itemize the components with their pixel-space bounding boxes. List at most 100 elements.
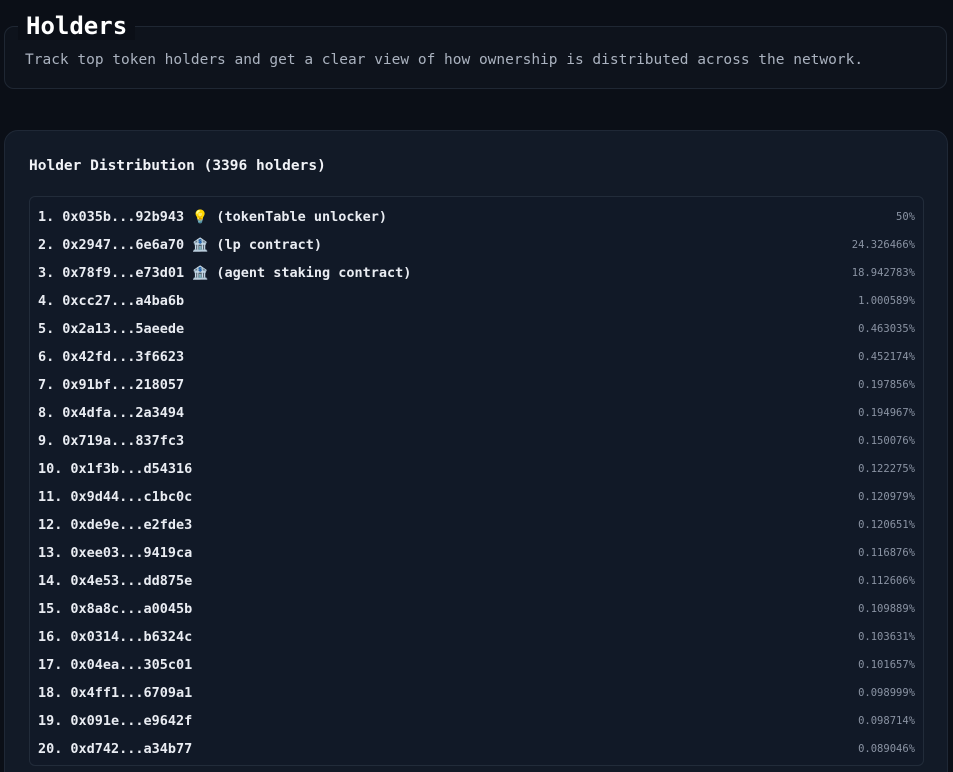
holder-identity: 19. 0x091e...e9642f <box>38 713 192 729</box>
holder-rank: 17. <box>38 657 63 673</box>
header-panel: Track top token holders and get a clear … <box>4 26 947 89</box>
holder-identity: 8. 0x4dfa...2a3494 <box>38 405 184 421</box>
holder-rank: 5. <box>38 321 55 337</box>
holder-rank: 12. <box>38 517 63 533</box>
page-subtitle: Track top token holders and get a clear … <box>25 52 864 68</box>
holder-tag: (agent staking contract) <box>216 265 412 281</box>
holder-rank: 2. <box>38 237 55 253</box>
holder-row[interactable]: 14. 0x4e53...dd875e 0.112606% <box>30 567 923 595</box>
holder-address[interactable]: 0xee03...9419ca <box>70 545 192 561</box>
holder-row[interactable]: 5. 0x2a13...5aeede 0.463035% <box>30 315 923 343</box>
holder-row[interactable]: 17. 0x04ea...305c01 0.101657% <box>30 651 923 679</box>
holder-address[interactable]: 0x1f3b...d54316 <box>70 461 192 477</box>
holder-identity: 18. 0x4ff1...6709a1 <box>38 685 192 701</box>
holder-tag: (tokenTable unlocker) <box>216 209 388 225</box>
bank-icon: 🏦 <box>192 265 209 281</box>
holder-percentage: 0.103631% <box>858 631 915 643</box>
holder-rank: 3. <box>38 265 55 281</box>
holder-address[interactable]: 0x4dfa...2a3494 <box>62 405 184 421</box>
holder-address[interactable]: 0x091e...e9642f <box>70 713 192 729</box>
holder-percentage: 0.120979% <box>858 491 915 503</box>
holder-identity: 1. 0x035b...92b943 💡 (tokenTable unlocker) <box>38 209 387 225</box>
holder-list: 1. 0x035b...92b943 💡 (tokenTable unlocker) 5… <box>30 197 923 763</box>
holder-rank: 8. <box>38 405 55 421</box>
holder-address[interactable]: 0xd742...a34b77 <box>70 741 192 757</box>
holder-rank: 14. <box>38 573 63 589</box>
holder-list-container: 1. 0x035b...92b943 💡 (tokenTable unlocker) 5… <box>29 196 924 766</box>
holder-identity: 12. 0xde9e...e2fde3 <box>38 517 192 533</box>
holder-percentage: 0.194967% <box>858 407 915 419</box>
holder-percentage: 0.098714% <box>858 715 915 727</box>
holder-percentage: 0.150076% <box>858 435 915 447</box>
holder-row[interactable]: 18. 0x4ff1...6709a1 0.098999% <box>30 679 923 707</box>
holder-row[interactable]: 8. 0x4dfa...2a3494 0.194967% <box>30 399 923 427</box>
holder-percentage: 50% <box>896 211 915 223</box>
lightbulb-icon: 💡 <box>192 209 209 225</box>
holder-row[interactable]: 20. 0xd742...a34b77 0.089046% <box>30 735 923 763</box>
holder-row[interactable]: 3. 0x78f9...e73d01 🏦 (agent staking contrac… <box>30 259 923 287</box>
holder-row[interactable]: 15. 0x8a8c...a0045b 0.109889% <box>30 595 923 623</box>
holder-identity: 14. 0x4e53...dd875e <box>38 573 192 589</box>
holder-address[interactable]: 0x8a8c...a0045b <box>70 601 192 617</box>
holder-identity: 7. 0x91bf...218057 <box>38 377 184 393</box>
holder-row[interactable]: 19. 0x091e...e9642f 0.098714% <box>30 707 923 735</box>
holder-percentage: 0.116876% <box>858 547 915 559</box>
holder-address[interactable]: 0x4ff1...6709a1 <box>70 685 192 701</box>
holder-percentage: 0.122275% <box>858 463 915 475</box>
holder-rank: 7. <box>38 377 55 393</box>
holder-percentage: 1.000589% <box>858 295 915 307</box>
holder-percentage: 0.098999% <box>858 687 915 699</box>
holder-row[interactable]: 10. 0x1f3b...d54316 0.122275% <box>30 455 923 483</box>
holder-identity: 20. 0xd742...a34b77 <box>38 741 192 757</box>
holder-address[interactable]: 0x719a...837fc3 <box>62 433 184 449</box>
page-title: Holders <box>18 12 136 40</box>
holder-rank: 13. <box>38 545 63 561</box>
holder-identity: 11. 0x9d44...c1bc0c <box>38 489 192 505</box>
holder-address[interactable]: 0x0314...b6324c <box>70 629 192 645</box>
holder-address[interactable]: 0x91bf...218057 <box>62 377 184 393</box>
holder-distribution-card: Holder Distribution (3396 holders) 1. 0x0… <box>4 130 948 772</box>
holder-identity: 5. 0x2a13...5aeede <box>38 321 184 337</box>
holder-row[interactable]: 4. 0xcc27...a4ba6b 1.000589% <box>30 287 923 315</box>
holder-row[interactable]: 12. 0xde9e...e2fde3 0.120651% <box>30 511 923 539</box>
holder-identity: 3. 0x78f9...e73d01 🏦 (agent staking contrac… <box>38 265 411 281</box>
holder-percentage: 0.197856% <box>858 379 915 391</box>
holder-row[interactable]: 1. 0x035b...92b943 💡 (tokenTable unlocker) 5… <box>30 203 923 231</box>
holder-row[interactable]: 13. 0xee03...9419ca 0.116876% <box>30 539 923 567</box>
holder-tag: (lp contract) <box>216 237 323 253</box>
holder-rank: 18. <box>38 685 63 701</box>
holder-percentage: 24.326466% <box>851 239 915 251</box>
holder-address[interactable]: 0x035b...92b943 <box>62 209 184 225</box>
holder-identity: 4. 0xcc27...a4ba6b <box>38 293 184 309</box>
holder-percentage: 0.452174% <box>858 351 915 363</box>
holder-percentage: 0.120651% <box>858 519 915 531</box>
holder-row[interactable]: 6. 0x42fd...3f6623 0.452174% <box>30 343 923 371</box>
holder-percentage: 0.101657% <box>858 659 915 671</box>
holder-identity: 13. 0xee03...9419ca <box>38 545 192 561</box>
holder-row[interactable]: 7. 0x91bf...218057 0.197856% <box>30 371 923 399</box>
holder-identity: 2. 0x2947...6e6a70 🏦 (lp contract) <box>38 237 322 253</box>
holder-row[interactable]: 2. 0x2947...6e6a70 🏦 (lp contract) 24.326466… <box>30 231 923 259</box>
holder-row[interactable]: 16. 0x0314...b6324c 0.103631% <box>30 623 923 651</box>
holder-address[interactable]: 0x42fd...3f6623 <box>62 349 184 365</box>
holder-address[interactable]: 0xcc27...a4ba6b <box>62 293 184 309</box>
holder-identity: 15. 0x8a8c...a0045b <box>38 601 192 617</box>
holder-row[interactable]: 9. 0x719a...837fc3 0.150076% <box>30 427 923 455</box>
bank-icon: 🏦 <box>192 237 209 253</box>
holder-address[interactable]: 0x9d44...c1bc0c <box>70 489 192 505</box>
holder-address[interactable]: 0x04ea...305c01 <box>70 657 192 673</box>
holder-row[interactable]: 11. 0x9d44...c1bc0c 0.120979% <box>30 483 923 511</box>
holder-rank: 1. <box>38 209 55 225</box>
holder-address[interactable]: 0x78f9...e73d01 <box>62 265 184 281</box>
holder-address[interactable]: 0x4e53...dd875e <box>70 573 192 589</box>
holder-address[interactable]: 0x2947...6e6a70 <box>62 237 184 253</box>
holder-address[interactable]: 0xde9e...e2fde3 <box>70 517 192 533</box>
holder-rank: 9. <box>38 433 55 449</box>
distribution-title: Holder Distribution (3396 holders) <box>29 158 326 174</box>
holder-rank: 6. <box>38 349 55 365</box>
holder-identity: 16. 0x0314...b6324c <box>38 629 192 645</box>
holder-rank: 4. <box>38 293 55 309</box>
holder-percentage: 0.112606% <box>858 575 915 587</box>
holder-percentage: 0.089046% <box>858 743 915 755</box>
holder-address[interactable]: 0x2a13...5aeede <box>62 321 184 337</box>
